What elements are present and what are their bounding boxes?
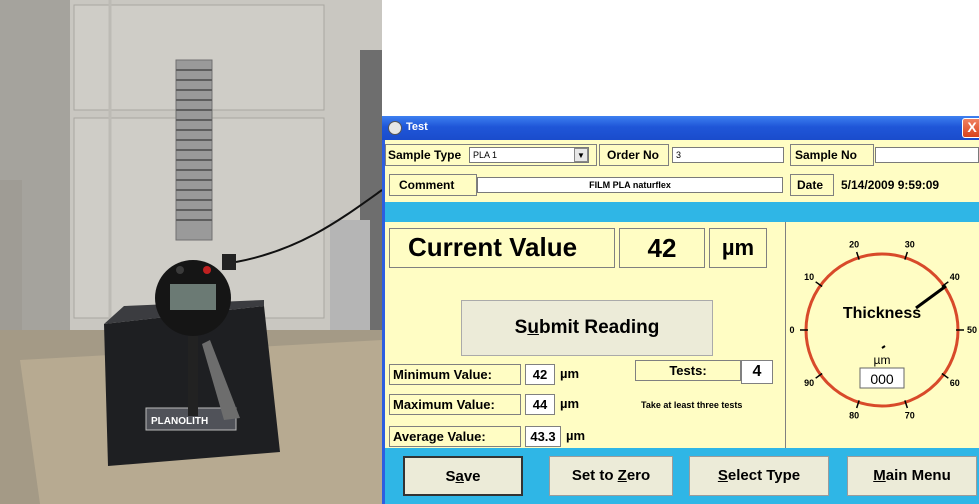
save-button[interactable]: Save bbox=[403, 456, 523, 496]
submit-label-b: bmit Reading bbox=[538, 317, 660, 338]
gauge-tick-label: 0 bbox=[789, 325, 794, 335]
test-window: Test X Sample Type PLA 1 ▼ Order No 3 Sa… bbox=[382, 116, 979, 504]
average-value-label: Average Value: bbox=[389, 426, 521, 447]
maximum-value: 44 bbox=[525, 394, 555, 415]
save-label-a: S bbox=[445, 468, 456, 485]
sample-no-input[interactable] bbox=[875, 147, 979, 163]
minimum-value: 42 bbox=[525, 364, 555, 385]
current-value-label: Current Value bbox=[408, 232, 578, 262]
gauge-tick-label: 10 bbox=[804, 272, 814, 282]
tests-label: Tests: bbox=[635, 360, 741, 381]
menu-label-b: ain Menu bbox=[885, 467, 951, 484]
gauge-tick-label: 40 bbox=[950, 272, 960, 282]
window-title: Test bbox=[406, 121, 428, 133]
thickness-gauge-photo: PLANOLITH bbox=[0, 0, 382, 504]
tests-hint: Take at least three tests bbox=[641, 400, 743, 410]
date-value: 5/14/2009 9:59:09 bbox=[841, 178, 940, 192]
maximum-value-label: Maximum Value: bbox=[389, 394, 521, 415]
svg-text:PLANOLITH: PLANOLITH bbox=[151, 416, 208, 427]
tests-count: 4 bbox=[741, 360, 773, 384]
gauge-tick-label: 70 bbox=[905, 411, 915, 421]
main-menu-button[interactable]: Main Menu bbox=[847, 456, 977, 496]
current-unit-box: µm bbox=[709, 228, 767, 268]
maximum-unit: µm bbox=[560, 396, 580, 411]
gauge-photo-illustration: PLANOLITH bbox=[0, 0, 382, 504]
minimum-unit: µm bbox=[560, 366, 580, 381]
average-unit: µm bbox=[566, 428, 586, 443]
gauge-tick-marks: 0 10 20 30 40 50 60 70 80 90 bbox=[789, 239, 977, 420]
submit-label-a: S bbox=[514, 317, 528, 338]
set-to-zero-button[interactable]: Set to Zero bbox=[549, 456, 673, 496]
gauge-dial: 0 10 20 30 40 50 60 70 80 90 Thickness µm 000 bbox=[789, 239, 977, 420]
gauge-tick-label: 90 bbox=[804, 378, 814, 388]
current-value-box: 42 bbox=[619, 228, 705, 268]
submit-label-accel: u bbox=[527, 317, 539, 338]
sample-type-select[interactable]: PLA 1 bbox=[469, 147, 589, 163]
screenshot-stage: PLANOLITH Test X Sample Type PLA 1 ▼ Ord… bbox=[0, 0, 979, 504]
measurement-panel: Current Value 42 µm Submit Reading Minim… bbox=[385, 222, 979, 504]
gauge-tick-label: 30 bbox=[905, 239, 915, 249]
action-bar: Save Set to Zero Select Type Main Menu bbox=[385, 448, 979, 504]
sample-no-label: Sample No bbox=[795, 148, 858, 162]
app-icon bbox=[388, 121, 402, 135]
save-label-accel: a bbox=[455, 468, 464, 485]
select-label-b: elect Type bbox=[727, 467, 801, 484]
zero-label-a: Set to bbox=[571, 467, 618, 484]
zero-label-b: ero bbox=[626, 467, 651, 484]
gauge-tick-label: 20 bbox=[849, 239, 859, 249]
gauge-unit: µm bbox=[874, 353, 891, 367]
save-label-b: ve bbox=[463, 468, 481, 485]
close-button[interactable]: X bbox=[962, 118, 979, 138]
gauge-tick-label: 60 bbox=[950, 378, 960, 388]
gauge-tick-label: 50 bbox=[967, 325, 977, 335]
comment-input[interactable]: FILM PLA naturflex bbox=[477, 177, 783, 193]
average-value: 43.3 bbox=[525, 426, 561, 447]
current-unit: µm bbox=[721, 235, 755, 260]
order-no-label: Order No bbox=[607, 148, 660, 162]
comment-label: Comment bbox=[399, 178, 455, 192]
gauge-readout: 000 bbox=[870, 371, 894, 387]
date-label: Date bbox=[797, 178, 824, 192]
gauge-title: Thickness bbox=[843, 305, 921, 322]
current-value: 42 bbox=[647, 233, 677, 263]
chevron-down-icon[interactable]: ▼ bbox=[574, 148, 588, 162]
sample-type-label: Sample Type bbox=[388, 148, 462, 162]
select-type-button[interactable]: Select Type bbox=[689, 456, 829, 496]
select-label-accel: S bbox=[717, 467, 728, 484]
submit-reading-button[interactable]: Submit Reading bbox=[461, 300, 713, 356]
sample-type-value: PLA 1 bbox=[473, 150, 498, 160]
gauge-tick-label: 80 bbox=[849, 411, 859, 421]
zero-label-accel: Z bbox=[617, 467, 627, 484]
order-no-input[interactable]: 3 bbox=[672, 147, 784, 163]
menu-label-accel: M bbox=[873, 467, 886, 484]
gauge-center-mark bbox=[881, 345, 886, 349]
thickness-gauge: 0 10 20 30 40 50 60 70 80 90 Thickness µm 000 bbox=[785, 222, 979, 448]
title-bar[interactable]: Test X bbox=[382, 116, 979, 140]
minimum-value-label: Minimum Value: bbox=[389, 364, 521, 385]
separator-band bbox=[385, 202, 979, 222]
current-value-label-box: Current Value bbox=[389, 228, 615, 268]
window-client-area: Sample Type PLA 1 ▼ Order No 3 Sample No… bbox=[385, 140, 979, 504]
